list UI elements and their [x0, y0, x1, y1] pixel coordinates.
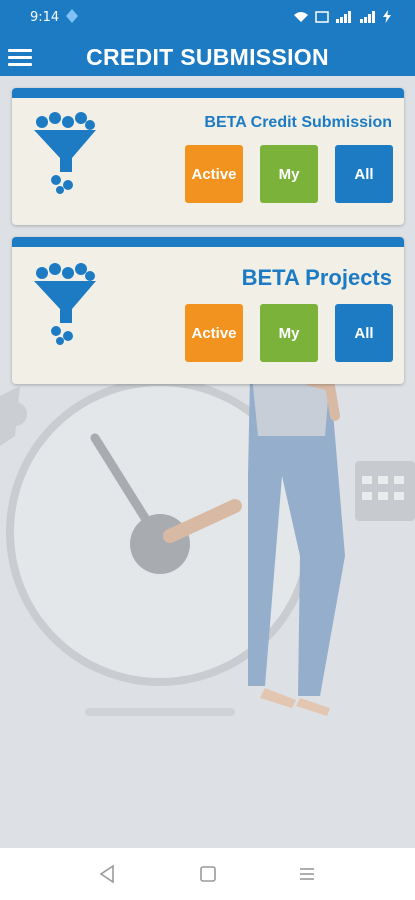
projects-card: BETA Projects Active My All — [12, 237, 404, 384]
messenger-notification-icon — [66, 9, 78, 23]
app-bar: CREDIT SUBMISSION — [0, 40, 415, 76]
card-header-bar — [12, 88, 404, 98]
wifi-icon — [294, 11, 308, 22]
home-icon[interactable] — [199, 864, 217, 884]
status-icons — [293, 10, 391, 23]
all-button[interactable]: All — [335, 304, 393, 362]
my-button[interactable]: My — [260, 145, 318, 203]
credit-submission-card: BETA Credit Submission Active My All — [12, 88, 404, 225]
system-nav-bar — [0, 848, 415, 900]
my-button[interactable]: My — [260, 304, 318, 362]
card-header-bar — [12, 237, 404, 247]
back-icon[interactable] — [98, 864, 116, 884]
volte-icon — [315, 10, 329, 23]
active-button[interactable]: Active — [185, 304, 243, 362]
card-title: BETA Credit Submission — [204, 114, 392, 131]
card-title: BETA Projects — [241, 265, 392, 290]
funnel-icon — [34, 263, 96, 345]
charging-icon — [383, 10, 391, 23]
page-title: CREDIT SUBMISSION — [86, 44, 329, 70]
signal-icon — [360, 10, 375, 23]
signal-icon — [336, 10, 351, 23]
status-bar: 9:14 — [0, 0, 415, 40]
all-button[interactable]: All — [335, 145, 393, 203]
status-time: 9:14 — [30, 10, 60, 25]
active-button[interactable]: Active — [185, 145, 243, 203]
funnel-icon — [34, 112, 96, 194]
recents-icon[interactable] — [298, 864, 316, 884]
